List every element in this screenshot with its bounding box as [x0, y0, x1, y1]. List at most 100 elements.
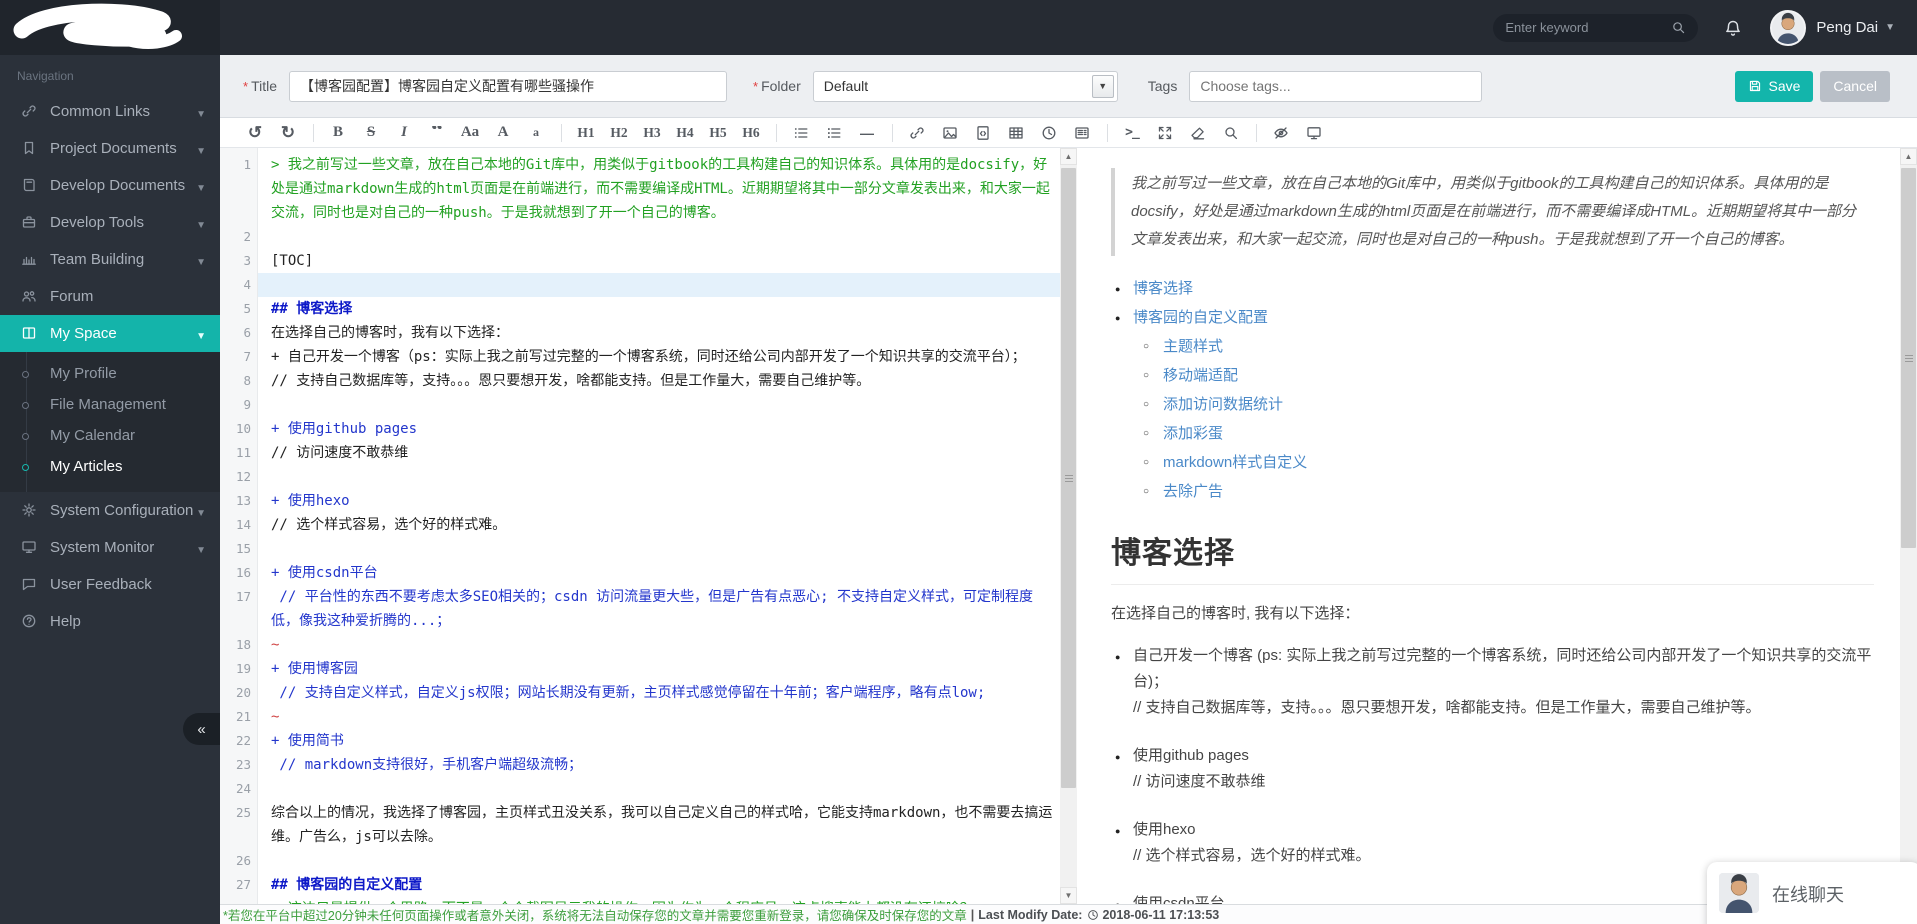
bold-button[interactable]: B	[326, 121, 350, 145]
redo-button[interactable]: ↻	[276, 121, 300, 145]
link-button[interactable]	[905, 121, 929, 145]
datetime-button[interactable]	[1037, 121, 1061, 145]
clear-button[interactable]	[1186, 121, 1210, 145]
bullet-title: 自己开发一个博客 (ps: 实际上我之前写过完整的一个博客系统，同时还给公司内部…	[1133, 643, 1874, 695]
sidebar-item-develop-tools[interactable]: Develop Tools▼	[0, 204, 220, 241]
toc-link[interactable]: 去除广告	[1163, 483, 1223, 500]
h5-button[interactable]: H5	[706, 121, 730, 145]
sidebar-collapse-button[interactable]: «	[183, 713, 220, 745]
search-button[interactable]	[1219, 121, 1243, 145]
sidebar-item-forum[interactable]: Forum	[0, 278, 220, 315]
briefcase-icon	[20, 214, 37, 231]
sidebar-item-label: Develop Tools	[50, 214, 144, 231]
sidebar-subitem-my-profile[interactable]: My Profile	[0, 358, 220, 389]
ordered-list-button[interactable]	[822, 121, 846, 145]
user-avatar[interactable]	[1770, 10, 1806, 46]
save-button[interactable]: Save	[1735, 71, 1813, 102]
search-input[interactable]: Enter keyword	[1493, 14, 1698, 42]
toc-link[interactable]: 添加彩蛋	[1163, 425, 1223, 442]
sidebar-subitem-label: My Profile	[50, 365, 117, 382]
toc-item: 博客选择	[1111, 274, 1874, 303]
user-menu[interactable]: Peng Dai ▼	[1816, 19, 1895, 36]
title-input[interactable]	[289, 71, 727, 102]
editor-scrollbar[interactable]: ▲▼	[1060, 148, 1077, 904]
toc-subitem: 添加彩蛋	[1133, 419, 1874, 448]
sidebar-item-team-building[interactable]: Team Building▼	[0, 241, 220, 278]
editor-line: 3[TOC]	[220, 249, 1060, 273]
italic-button[interactable]: I	[392, 121, 416, 145]
line-number: 1	[220, 153, 258, 177]
toc-link[interactable]: 博客选择	[1133, 280, 1193, 297]
scrollbar-thumb[interactable]	[1901, 168, 1916, 548]
editor-line-text	[258, 537, 1060, 561]
folder-dropdown-icon[interactable]: ▼	[1092, 75, 1114, 98]
image-button[interactable]	[938, 121, 962, 145]
h1-button[interactable]: H1	[574, 121, 598, 145]
line-number: 22	[220, 729, 258, 753]
sidebar-subitem-my-articles[interactable]: My Articles	[0, 451, 220, 482]
h6-button[interactable]: H6	[739, 121, 763, 145]
title-required-mark: *	[243, 79, 248, 94]
line-number: 26	[220, 849, 258, 873]
bullet-icon	[22, 371, 29, 378]
preview-scrollbar[interactable]: ▲▼	[1900, 148, 1917, 904]
goto-line-button[interactable]: >_	[1120, 121, 1144, 145]
quote-button[interactable]: “	[425, 121, 449, 145]
sidebar-item-system-monitor[interactable]: System Monitor▼	[0, 529, 220, 566]
html-entities-button[interactable]	[1070, 121, 1094, 145]
bullet-comment: // 访问速度不敢恭维	[1133, 769, 1874, 795]
code-block-button[interactable]	[971, 121, 995, 145]
folder-select[interactable]: Default ▼	[813, 71, 1118, 102]
sidebar-item-project-documents[interactable]: Project Documents▼	[0, 130, 220, 167]
sidebar-item-help[interactable]: Help	[0, 603, 220, 640]
toc-link[interactable]: 博客园的自定义配置	[1133, 309, 1268, 326]
sidebar-item-my-space[interactable]: My Space▼	[0, 315, 220, 352]
article-form: * Title * Folder Default ▼ Tags Save Can…	[220, 55, 1917, 117]
sidebar-item-label: Project Documents	[50, 140, 177, 157]
sidebar-item-system-configuration[interactable]: System Configuration▼	[0, 492, 220, 529]
sidebar-item-common-links[interactable]: Common Links▼	[0, 93, 220, 130]
preview-window-button[interactable]	[1302, 121, 1326, 145]
h3-button[interactable]: H3	[640, 121, 664, 145]
editor-line-text: ~	[258, 705, 1060, 729]
fullscreen-button[interactable]	[1153, 121, 1177, 145]
scroll-down-icon[interactable]: ▼	[1060, 887, 1077, 904]
scrollbar-thumb[interactable]	[1061, 168, 1076, 788]
font-small-button[interactable]: a	[524, 121, 548, 145]
tags-label: Tags	[1148, 78, 1178, 94]
h2-button[interactable]: H2	[607, 121, 631, 145]
lowercase-button[interactable]: Aa	[458, 121, 482, 145]
horizontal-rule-button[interactable]: —	[855, 121, 879, 145]
editor-line: 7+ 自己开发一个博客（ps：实际上我之前写过完整的一个博客系统，同时还给公司内…	[220, 345, 1060, 369]
notifications-bell-icon[interactable]	[1724, 19, 1742, 37]
markdown-editor[interactable]: 1> 我之前写过一些文章，放在自己本地的Git库中，用类似于gitbook的工具…	[220, 148, 1060, 904]
sidebar-subitem-my-calendar[interactable]: My Calendar	[0, 420, 220, 451]
sidebar-item-develop-documents[interactable]: Develop Documents▼	[0, 167, 220, 204]
editor-line-text: + 使用博客园	[258, 657, 1060, 681]
h4-button[interactable]: H4	[673, 121, 697, 145]
scroll-up-icon[interactable]: ▲	[1900, 148, 1917, 165]
uppercase-button[interactable]: A	[491, 121, 515, 145]
editor-line: 27## 博客园的自定义配置	[220, 873, 1060, 897]
tags-input[interactable]	[1189, 71, 1482, 102]
preview-blockquote: 我之前写过一些文章，放在自己本地的Git库中，用类似于gitbook的工具构建自…	[1111, 168, 1874, 256]
line-number: 15	[220, 537, 258, 561]
chat-widget[interactable]: 在线聊天	[1707, 862, 1917, 924]
app-logo[interactable]	[0, 0, 220, 55]
undo-button[interactable]: ↺	[243, 121, 267, 145]
table-button[interactable]	[1004, 121, 1028, 145]
sidebar-subitem-file-management[interactable]: File Management	[0, 389, 220, 420]
toc-link[interactable]: 添加访问数据统计	[1163, 396, 1283, 413]
editor-line-text: // 支持自己数据库等，支持。。。恩只要想开发，啥都能支持。但是工作量大，需要自…	[258, 369, 1060, 393]
scroll-up-icon[interactable]: ▲	[1060, 148, 1077, 165]
toc-link[interactable]: 移动端适配	[1163, 367, 1238, 384]
editor-line: 11// 访问速度不敢恭维	[220, 441, 1060, 465]
preview-toggle-button[interactable]	[1269, 121, 1293, 145]
strikethrough-button[interactable]: S	[359, 121, 383, 145]
toc-link[interactable]: markdown样式自定义	[1163, 454, 1307, 471]
unordered-list-button[interactable]	[789, 121, 813, 145]
sidebar-item-user-feedback[interactable]: User Feedback	[0, 566, 220, 603]
editor-line: 22+ 使用简书	[220, 729, 1060, 753]
toc-link[interactable]: 主题样式	[1163, 338, 1223, 355]
cancel-button[interactable]: Cancel	[1820, 71, 1890, 102]
